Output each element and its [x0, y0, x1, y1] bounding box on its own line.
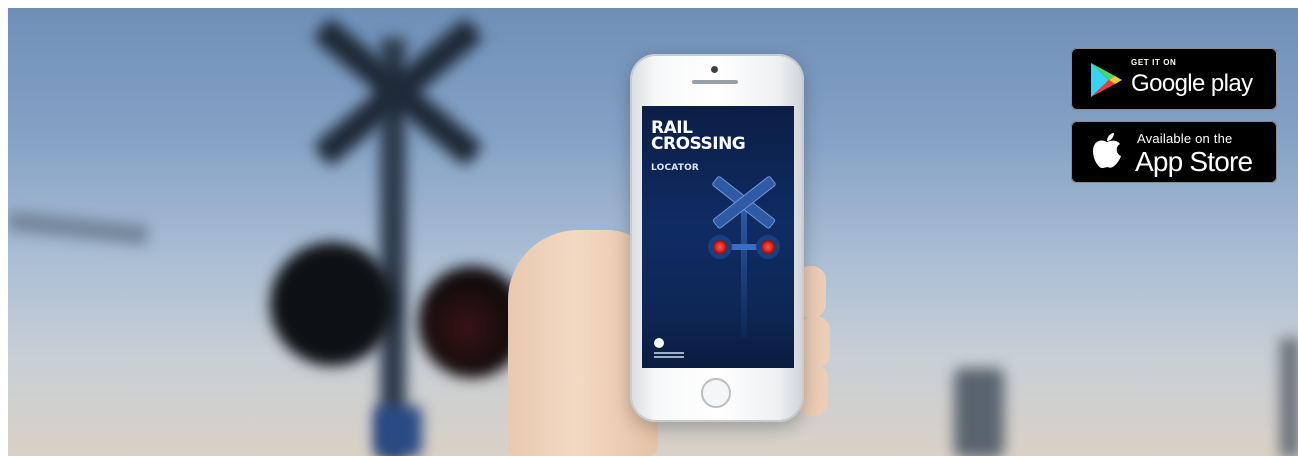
- google-play-icon: [1091, 63, 1122, 97]
- app-store-small-label: Available on the: [1137, 131, 1233, 146]
- home-button: [701, 378, 731, 408]
- google-play-large-label: Google play: [1131, 70, 1253, 97]
- dot-logo-icon: [654, 338, 664, 348]
- agency-wordmark: [654, 352, 684, 354]
- distant-pole-blurred-2: [1280, 338, 1298, 456]
- signal-light-left-blurred: [270, 242, 394, 366]
- google-play-small-label: GET IT ON: [1131, 58, 1177, 67]
- hero-banner: RAIL CROSSING LOCATOR GET IT ON Google p…: [8, 8, 1298, 456]
- railroad-crossing-icon: [708, 176, 780, 338]
- app-store-badge[interactable]: Available on the App Store: [1071, 121, 1277, 183]
- signal-box-blurred: [374, 406, 422, 456]
- app-splash-screen: RAIL CROSSING LOCATOR: [642, 106, 794, 368]
- apple-icon: [1093, 133, 1121, 169]
- distant-pole-blurred: [954, 368, 1004, 456]
- wire-blurred: [8, 210, 149, 246]
- smartphone: RAIL CROSSING LOCATOR: [630, 54, 804, 422]
- phone-camera: [711, 66, 718, 73]
- app-store-large-label: App Store: [1135, 146, 1253, 177]
- google-play-badge[interactable]: GET IT ON Google play: [1071, 48, 1277, 110]
- finger: [800, 316, 830, 368]
- phone-speaker: [692, 80, 738, 84]
